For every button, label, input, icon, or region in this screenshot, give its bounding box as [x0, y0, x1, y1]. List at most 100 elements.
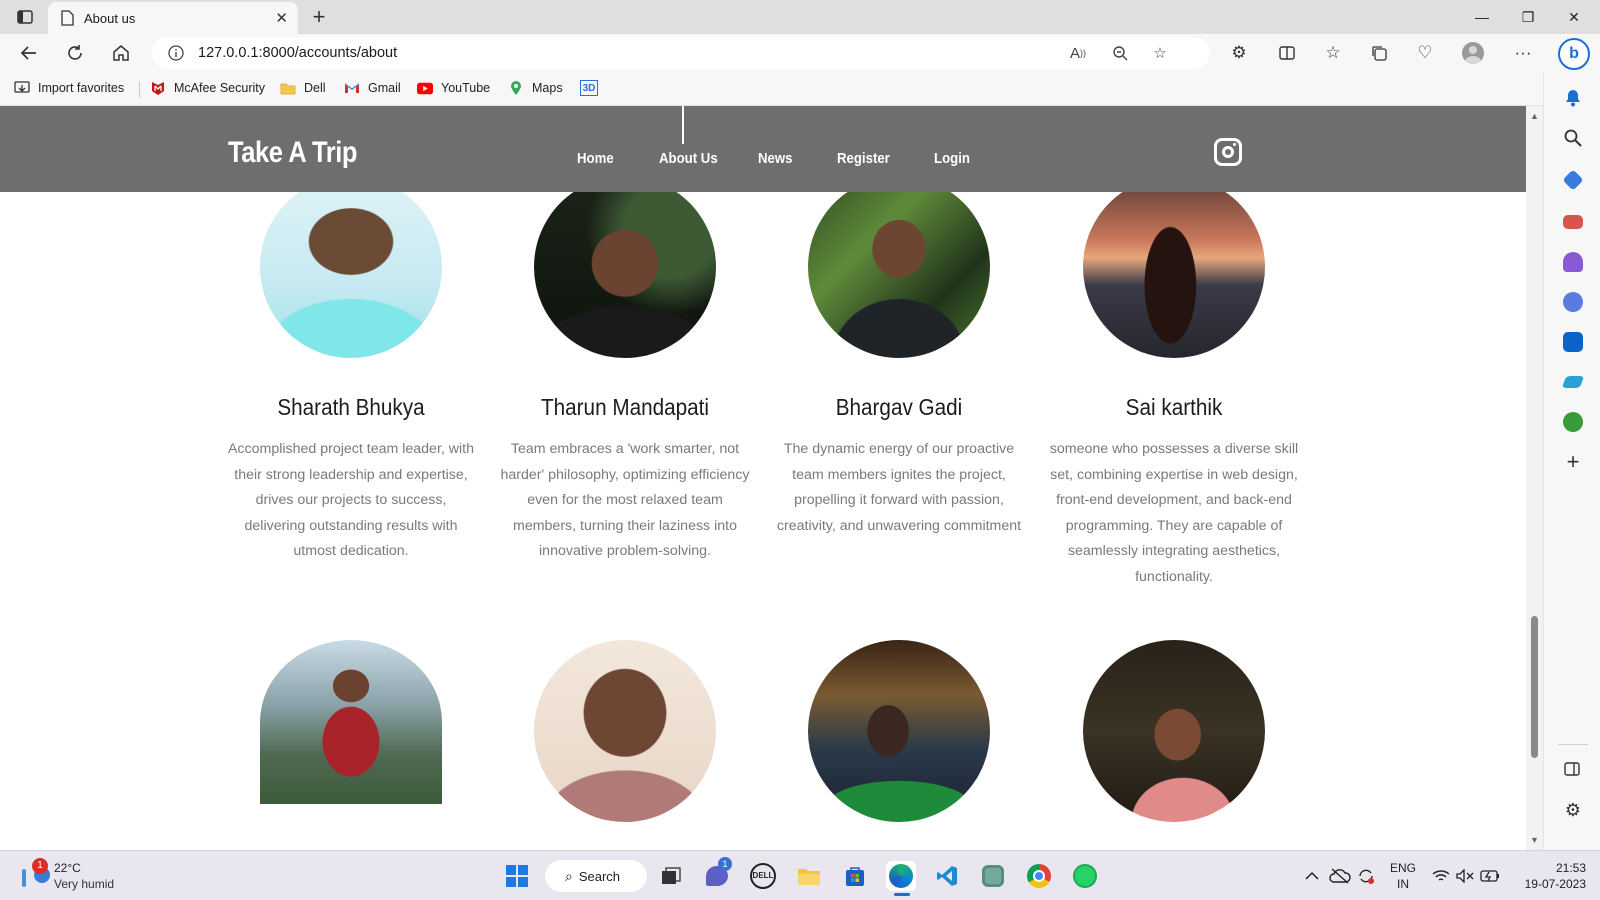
instagram-icon[interactable]: [1214, 138, 1242, 166]
games-icon[interactable]: [1563, 252, 1583, 272]
microsoft-365-icon[interactable]: [1563, 292, 1583, 312]
refresh-button[interactable]: [62, 40, 88, 66]
tree-icon[interactable]: [1563, 412, 1583, 432]
fav-maps[interactable]: Maps: [508, 80, 563, 96]
refresh-icon: [68, 45, 82, 60]
member-photo: [808, 176, 990, 358]
windows-taskbar: 1 22°C Very humid ⌕ Search 1 DELL ENG IN…: [0, 850, 1600, 900]
sidebar-settings-gear-icon[interactable]: ⚙: [1563, 800, 1583, 820]
search-icon[interactable]: [1563, 128, 1583, 148]
clock[interactable]: 21:53 19-07-2023: [1506, 860, 1594, 892]
read-aloud-icon[interactable]: A)): [1066, 41, 1090, 65]
microsoft-store-icon[interactable]: [840, 861, 870, 891]
close-window-button[interactable]: ✕: [1552, 4, 1596, 30]
page-viewport: Sharath Bhukya Accomplished project team…: [0, 106, 1526, 850]
maps-icon: [508, 80, 524, 96]
add-sidebar-item-icon[interactable]: +: [1563, 451, 1583, 473]
chatgpt-app-icon[interactable]: [978, 861, 1008, 891]
member-name: Sharath Bhukya: [277, 394, 425, 420]
favorites-separator: [139, 82, 140, 98]
settings-more-icon[interactable]: ···: [1510, 40, 1536, 66]
file-explorer-icon[interactable]: [794, 861, 824, 891]
nav-register[interactable]: Register: [837, 150, 890, 167]
keyboard-language[interactable]: ENG IN: [1390, 860, 1416, 892]
tab-actions-icon: [17, 10, 33, 24]
nav-home[interactable]: Home: [577, 150, 614, 167]
3d-icon: 3D: [580, 80, 598, 96]
shopping-tag-icon[interactable]: [1562, 169, 1584, 191]
profile-avatar[interactable]: [1460, 40, 1486, 66]
weather-widget[interactable]: 1: [20, 858, 50, 891]
active-app-indicator: [894, 893, 910, 896]
scroll-up-arrow-icon[interactable]: ▲: [1529, 110, 1540, 121]
page-scrollbar[interactable]: ▲ ▼: [1526, 106, 1543, 850]
site-header: Take A Trip Home About Us News Register …: [0, 106, 1526, 192]
wifi-icon[interactable]: [1430, 861, 1452, 891]
vscode-icon[interactable]: [932, 861, 962, 891]
nav-about-us[interactable]: About Us: [659, 150, 718, 167]
site-brand[interactable]: Take A Trip: [228, 136, 357, 170]
task-view-icon[interactable]: [656, 861, 686, 891]
back-button[interactable]: [16, 40, 42, 66]
member-name: Bhargav Gadi: [835, 394, 963, 420]
whatsapp-icon[interactable]: [1070, 861, 1100, 891]
tab-close-icon[interactable]: ✕: [275, 9, 288, 27]
tab-actions-button[interactable]: [14, 7, 36, 27]
member-name: Sai karthik: [1125, 394, 1223, 420]
tab-about-us[interactable]: About us ✕: [48, 2, 298, 34]
browser-essentials-icon[interactable]: ♡: [1412, 40, 1438, 66]
youtube-icon: [417, 80, 433, 96]
battery-icon[interactable]: [1478, 861, 1502, 891]
chrome-icon[interactable]: [1024, 861, 1054, 891]
nav-login[interactable]: Login: [934, 150, 970, 167]
new-tab-button[interactable]: +: [306, 4, 332, 30]
dell-app-icon[interactable]: DELL: [748, 861, 778, 891]
fav-3d[interactable]: 3D: [580, 80, 606, 96]
fav-dell[interactable]: Dell: [280, 80, 326, 96]
scroll-down-arrow-icon[interactable]: ▼: [1529, 834, 1540, 845]
show-hidden-icons-chevron-icon[interactable]: [1302, 861, 1322, 891]
notifications-icon[interactable]: [1563, 88, 1583, 108]
teams-chat-icon[interactable]: 1: [702, 857, 732, 891]
tools-toolbox-icon[interactable]: [1563, 215, 1583, 229]
fav-youtube[interactable]: YouTube: [417, 80, 490, 96]
extensions-icon[interactable]: ⚙: [1226, 40, 1252, 66]
member-photo: [534, 176, 716, 358]
send-drop-icon[interactable]: [1561, 376, 1585, 388]
collections-icon[interactable]: [1366, 40, 1392, 66]
fav-import-favorites[interactable]: Import favorites: [14, 80, 124, 96]
gmail-icon: [344, 80, 360, 96]
speaker-muted-icon[interactable]: [1454, 861, 1476, 891]
nav-news[interactable]: News: [758, 150, 792, 167]
back-arrow-icon: [20, 46, 36, 60]
site-info-icon[interactable]: [168, 45, 184, 61]
scroll-thumb[interactable]: [1531, 616, 1538, 758]
member-photo: [1083, 176, 1265, 358]
zoom-out-icon[interactable]: [1108, 41, 1132, 65]
onedrive-offline-icon[interactable]: [1328, 861, 1352, 891]
home-button[interactable]: [108, 40, 134, 66]
import-icon: [14, 80, 30, 96]
home-icon: [113, 45, 129, 61]
team-member-card: Tharun Mandapati Team embraces a 'work s…: [499, 176, 751, 565]
restore-button[interactable]: ❐: [1506, 4, 1550, 30]
team-member-card: Bhargav Gadi The dynamic energy of our p…: [773, 176, 1025, 539]
copilot-button[interactable]: b: [1558, 38, 1590, 70]
member-photo: [534, 640, 716, 822]
taskbar-search-button[interactable]: ⌕ Search: [545, 860, 647, 892]
address-bar[interactable]: 127.0.0.1:8000/accounts/about A)) ☆: [152, 37, 1210, 69]
sync-status-icon[interactable]: [1354, 861, 1378, 891]
hide-sidebar-icon[interactable]: [1563, 760, 1583, 780]
thermometer-icon: [22, 869, 26, 887]
split-screen-icon[interactable]: [1274, 40, 1300, 66]
url-text: 127.0.0.1:8000/accounts/about: [198, 45, 398, 61]
outlook-icon[interactable]: [1563, 332, 1583, 352]
favorite-star-icon[interactable]: ☆: [1148, 41, 1172, 65]
favorites-icon[interactable]: ☆: [1320, 40, 1346, 66]
start-button[interactable]: [502, 861, 532, 891]
sidebar-divider: [1558, 744, 1588, 745]
fav-mcafee[interactable]: McAfee Security: [150, 80, 265, 96]
fav-gmail[interactable]: Gmail: [344, 80, 401, 96]
minimize-button[interactable]: —: [1460, 4, 1504, 30]
edge-browser-icon[interactable]: [886, 861, 916, 896]
